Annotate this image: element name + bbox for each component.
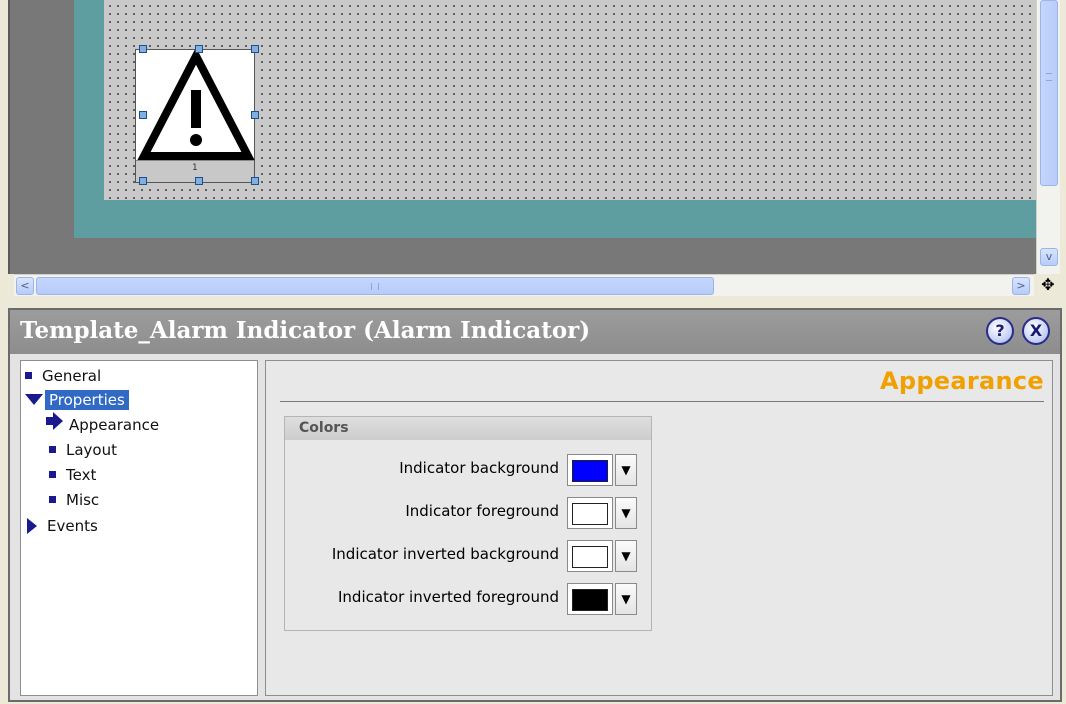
vertical-grip-icon bbox=[1046, 73, 1052, 81]
color-swatch-box[interactable] bbox=[567, 454, 613, 486]
bullet-icon bbox=[49, 446, 56, 453]
vertical-scroll-thumb[interactable] bbox=[1040, 0, 1058, 186]
dropdown-arrow-icon[interactable]: ▼ bbox=[615, 454, 637, 486]
resize-handle-bottom-left[interactable] bbox=[139, 177, 147, 185]
screen-editor: 1 v < > ✥ bbox=[0, 0, 1066, 298]
vertical-scrollbar[interactable]: v bbox=[1036, 0, 1060, 274]
tree-item-appearance[interactable]: Appearance bbox=[45, 412, 159, 436]
color-row-indicator-foreground: Indicator foreground ▼ bbox=[285, 494, 651, 529]
resize-handle-bottom[interactable] bbox=[195, 177, 203, 185]
indicator-counter: 1 bbox=[192, 163, 198, 173]
tree-item-text[interactable]: Text bbox=[49, 464, 96, 486]
tree-item-events[interactable]: Events bbox=[27, 515, 98, 537]
tree-item-general[interactable]: General bbox=[25, 365, 101, 387]
property-content-panel: Appearance Colors Indicator background ▼… bbox=[265, 360, 1053, 696]
chevron-right-icon: > bbox=[1016, 279, 1026, 292]
section-title: Appearance bbox=[879, 367, 1044, 395]
color-row-indicator-inverted-foreground: Indicator inverted foreground ▼ bbox=[285, 580, 651, 615]
horizontal-scroll-thumb[interactable] bbox=[36, 277, 714, 295]
bullet-icon bbox=[49, 496, 56, 503]
indicator-inverted-background-picker[interactable]: ▼ bbox=[567, 540, 641, 572]
resize-handle-top[interactable] bbox=[195, 45, 203, 53]
resize-handle-right[interactable] bbox=[251, 111, 259, 119]
tree-item-misc[interactable]: Misc bbox=[49, 489, 99, 511]
tree-item-layout[interactable]: Layout bbox=[49, 439, 117, 461]
resize-handle-top-left[interactable] bbox=[139, 45, 147, 53]
warning-triangle-icon bbox=[137, 47, 255, 160]
close-button[interactable]: X bbox=[1022, 317, 1050, 345]
colors-group: Colors Indicator background ▼ Indicator … bbox=[284, 416, 652, 631]
dropdown-arrow-icon[interactable]: ▼ bbox=[615, 540, 637, 572]
expanded-arrow-icon[interactable] bbox=[25, 394, 43, 405]
color-swatch bbox=[572, 546, 608, 568]
indicator-foreground-picker[interactable]: ▼ bbox=[567, 497, 641, 529]
color-swatch bbox=[572, 503, 608, 525]
color-row-label: Indicator inverted foreground bbox=[338, 588, 559, 606]
color-swatch-box[interactable] bbox=[567, 540, 613, 572]
collapsed-arrow-icon[interactable] bbox=[27, 517, 37, 534]
color-row-label: Indicator background bbox=[399, 459, 559, 477]
indicator-background-picker[interactable]: ▼ bbox=[567, 454, 641, 486]
pin-icon: ? bbox=[995, 321, 1005, 340]
color-swatch bbox=[572, 460, 608, 482]
scroll-left-button[interactable]: < bbox=[16, 277, 34, 295]
indicator-inverted-foreground-picker[interactable]: ▼ bbox=[567, 583, 641, 615]
color-swatch bbox=[572, 589, 608, 611]
scroll-down-button[interactable]: v bbox=[1040, 248, 1058, 266]
pin-button[interactable]: ? bbox=[986, 317, 1014, 345]
color-swatch-box[interactable] bbox=[567, 497, 613, 529]
inspector-window: Template_Alarm Indicator (Alarm Indicato… bbox=[8, 308, 1062, 702]
color-row-label: Indicator foreground bbox=[405, 502, 559, 520]
move-pan-icon[interactable]: ✥ bbox=[1036, 274, 1060, 296]
resize-handle-bottom-right[interactable] bbox=[251, 177, 259, 185]
inspector-title-bar[interactable]: Template_Alarm Indicator (Alarm Indicato… bbox=[10, 310, 1060, 354]
chevron-left-icon: < bbox=[20, 279, 30, 292]
dropdown-arrow-icon[interactable]: ▼ bbox=[615, 583, 637, 615]
bullet-icon bbox=[25, 372, 32, 379]
resize-handle-left[interactable] bbox=[139, 111, 147, 119]
current-arrow-icon bbox=[45, 412, 63, 436]
alarm-indicator-object[interactable]: 1 bbox=[135, 47, 255, 183]
bullet-icon bbox=[49, 471, 56, 478]
close-icon: X bbox=[1029, 321, 1043, 340]
resize-handle-top-right[interactable] bbox=[251, 45, 259, 53]
horizontal-grip-icon bbox=[371, 283, 379, 290]
inspector-title: Template_Alarm Indicator (Alarm Indicato… bbox=[20, 317, 591, 344]
scroll-right-button[interactable]: > bbox=[1012, 277, 1030, 295]
colors-group-header: Colors bbox=[285, 417, 651, 440]
dropdown-arrow-icon[interactable]: ▼ bbox=[615, 497, 637, 529]
tree-item-properties[interactable]: Properties bbox=[25, 389, 129, 411]
color-row-label: Indicator inverted background bbox=[331, 545, 559, 563]
property-tree: General Properties Appearance Layout Tex… bbox=[20, 360, 258, 696]
chevron-down-icon: v bbox=[1045, 250, 1053, 263]
color-row-indicator-inverted-background: Indicator inverted background ▼ bbox=[285, 537, 651, 572]
horizontal-scrollbar[interactable]: < > bbox=[14, 274, 1034, 296]
color-swatch-box[interactable] bbox=[567, 583, 613, 615]
color-row-indicator-background: Indicator background ▼ bbox=[285, 451, 651, 486]
section-divider bbox=[280, 401, 1044, 402]
